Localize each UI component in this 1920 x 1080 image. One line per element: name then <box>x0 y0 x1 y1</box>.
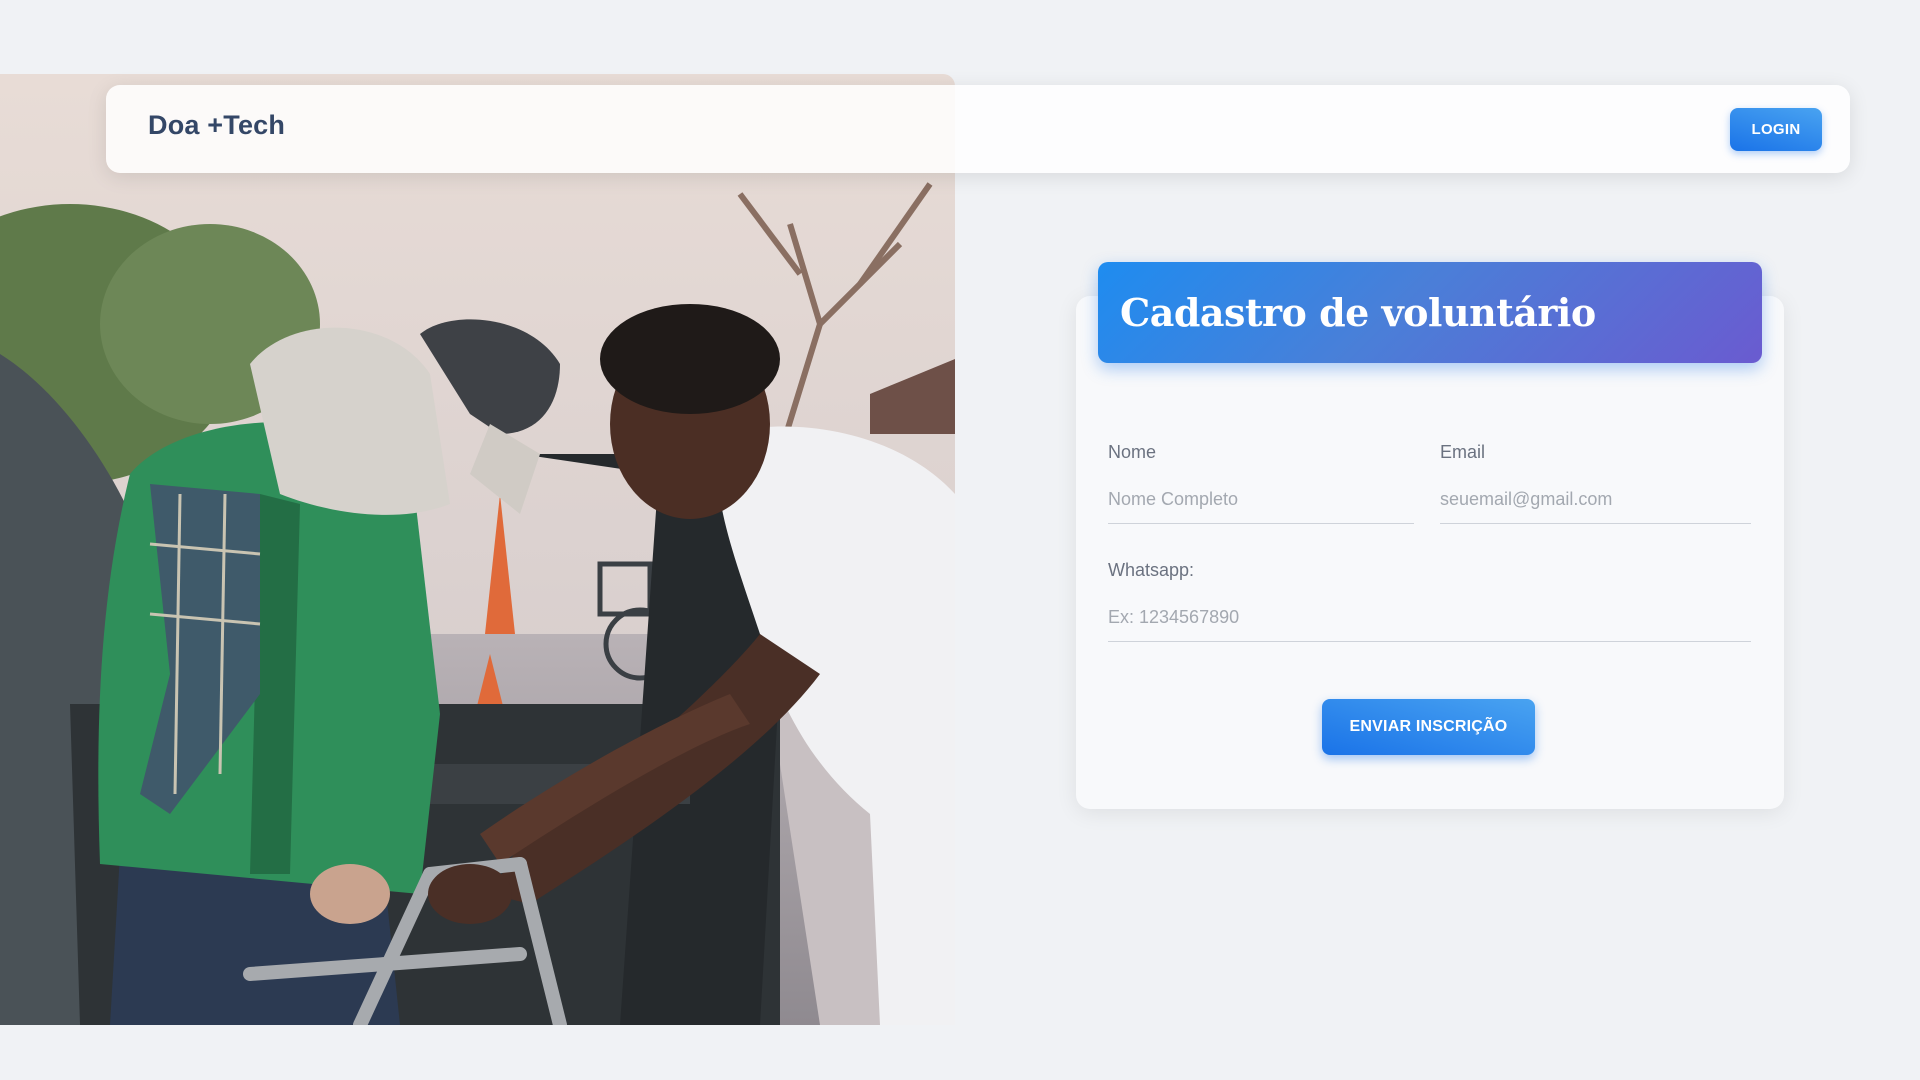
form-title: Cadastro de voluntário <box>1120 290 1596 335</box>
brand-logo-text[interactable]: Doa +Tech <box>148 110 285 141</box>
email-label: Email <box>1440 442 1486 462</box>
nome-input[interactable] <box>1108 489 1414 524</box>
hero-illustration <box>0 74 955 1025</box>
navbar: Doa +Tech LOGIN <box>106 85 1850 173</box>
nome-label: Nome <box>1108 442 1157 462</box>
whatsapp-input[interactable] <box>1108 607 1751 642</box>
whatsapp-label: Whatsapp: <box>1108 560 1195 580</box>
email-input[interactable] <box>1440 489 1751 524</box>
page: Doa +Tech LOGIN Cadastro de voluntário N… <box>0 0 1920 1080</box>
form-header: Cadastro de voluntário <box>1098 262 1762 363</box>
login-button[interactable]: LOGIN <box>1730 107 1822 151</box>
submit-registration-button[interactable]: ENVIAR INSCRIÇÃO <box>1322 699 1535 755</box>
email-field: Email <box>1440 442 1751 524</box>
nome-field: Nome <box>1108 442 1414 524</box>
whatsapp-field: Whatsapp: <box>1108 560 1751 642</box>
hero-image <box>0 74 955 1025</box>
